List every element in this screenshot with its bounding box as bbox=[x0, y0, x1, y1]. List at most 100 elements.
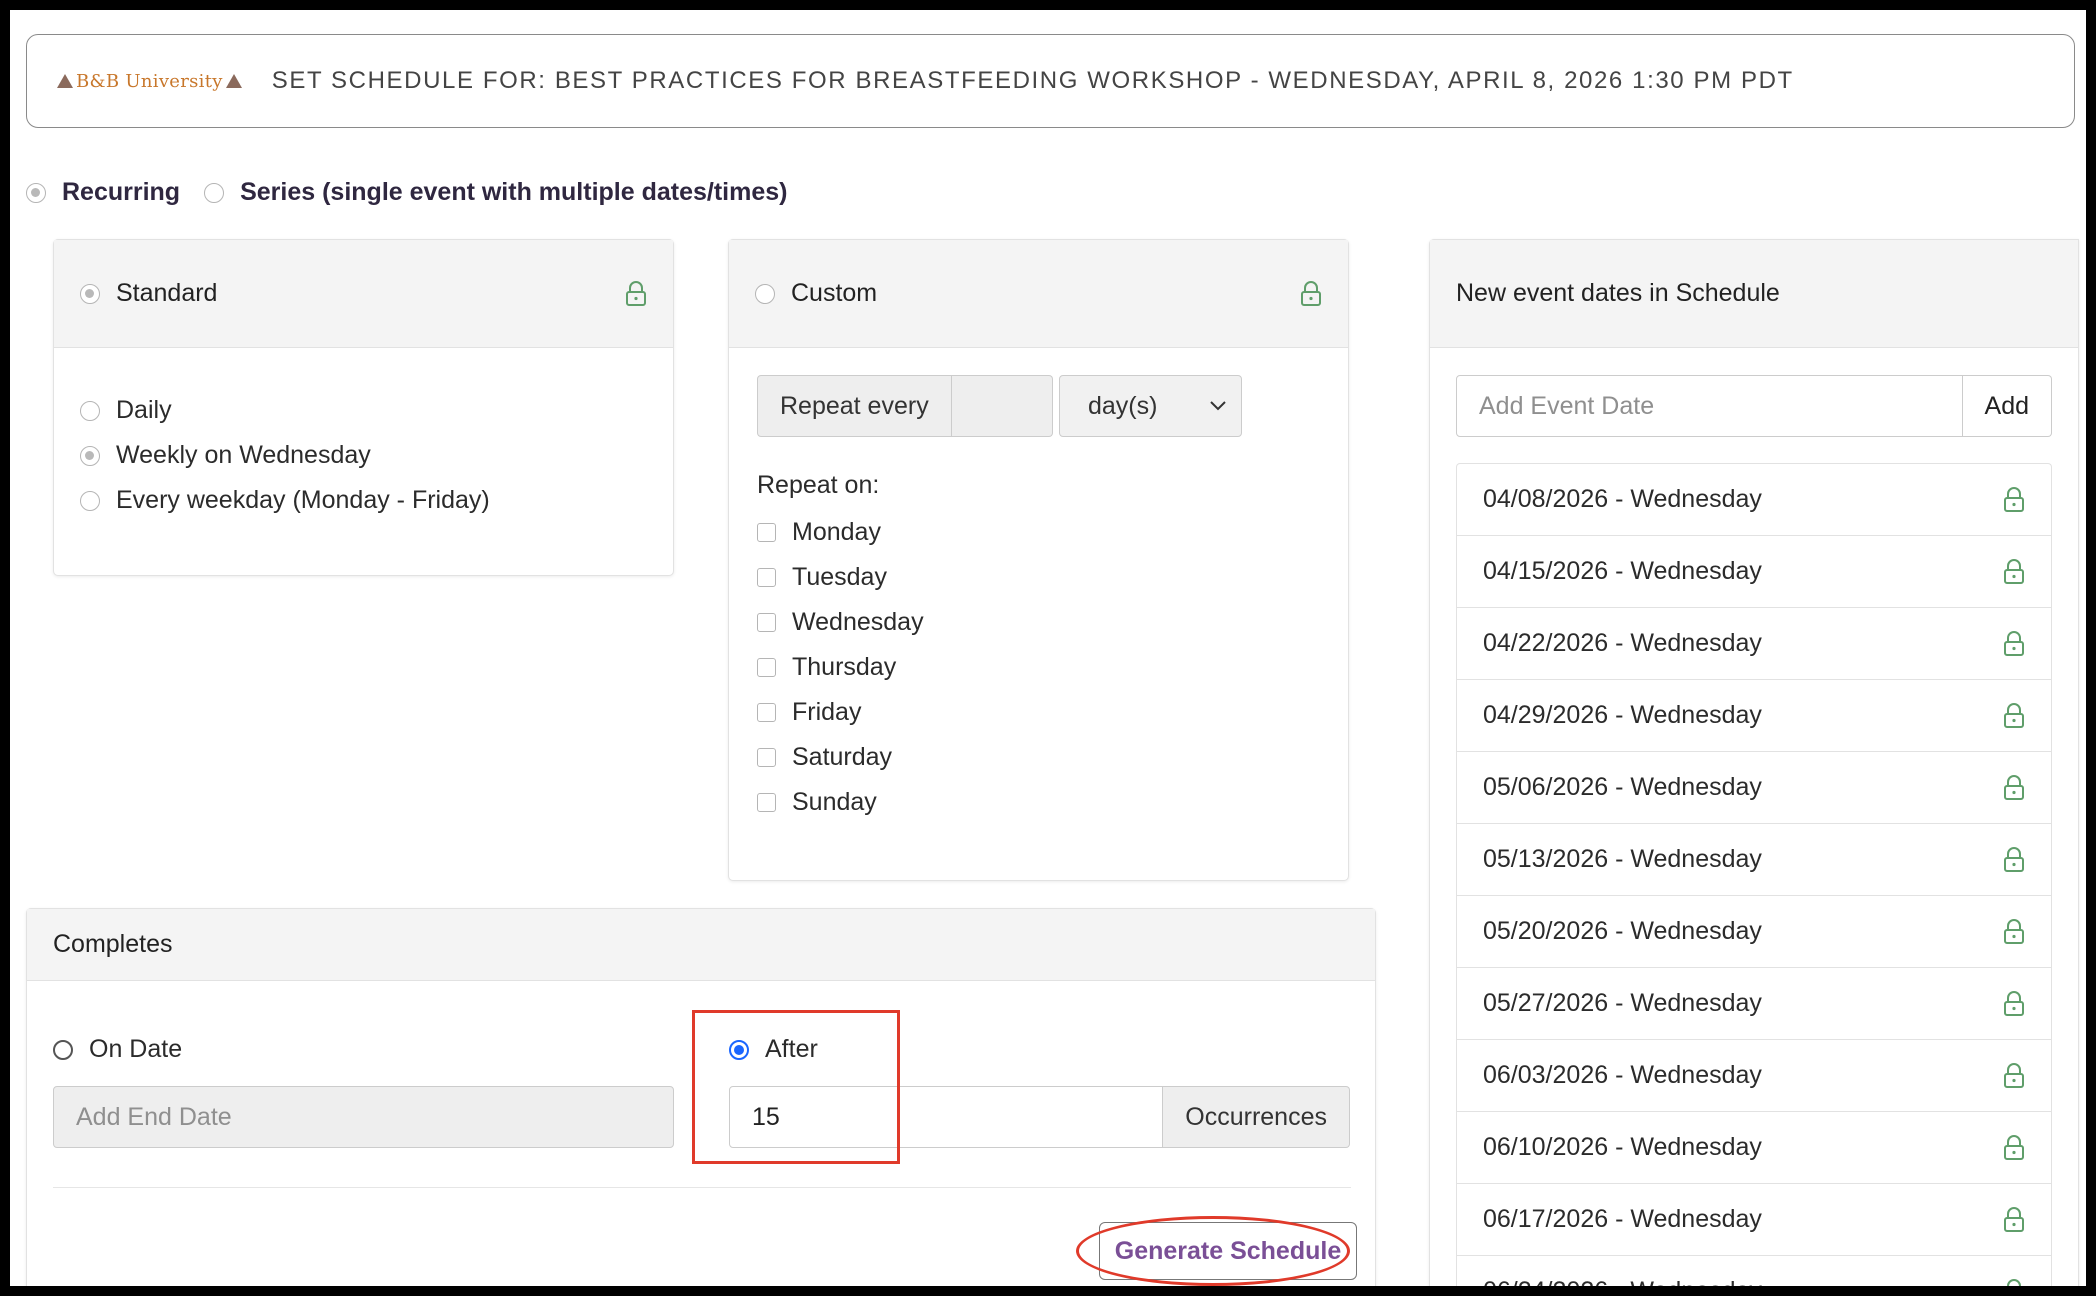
day-checkbox-tuesday[interactable]: Tuesday bbox=[757, 555, 1320, 600]
repeat-every-group: Repeat every bbox=[757, 375, 1053, 437]
lock-icon bbox=[2004, 774, 2024, 800]
saturday-label: Saturday bbox=[792, 743, 893, 771]
event-date-text: 05/06/2026 - Wednesday bbox=[1483, 773, 1762, 801]
sunday-checkbox[interactable] bbox=[757, 793, 776, 812]
schedule-card: New event dates in Schedule Add Event Da… bbox=[1429, 239, 2079, 1286]
series-option[interactable]: Series (single event with multiple dates… bbox=[204, 178, 787, 207]
divider bbox=[53, 1187, 1351, 1188]
completes-title: Completes bbox=[53, 930, 173, 958]
monday-checkbox[interactable] bbox=[757, 523, 776, 542]
day-checkbox-thursday[interactable]: Thursday bbox=[757, 645, 1320, 690]
standard-option-daily[interactable]: Daily bbox=[80, 388, 647, 433]
tuesday-label: Tuesday bbox=[792, 563, 887, 591]
completes-card-header: Completes bbox=[27, 909, 1375, 981]
event-date-text: 06/10/2026 - Wednesday bbox=[1483, 1133, 1762, 1161]
add-event-date-input[interactable]: Add Event Date bbox=[1456, 375, 1963, 437]
series-radio[interactable] bbox=[204, 182, 225, 203]
event-date-item[interactable]: 06/24/2026 - Wednesday bbox=[1457, 1256, 2051, 1286]
daily-label: Daily bbox=[116, 396, 172, 424]
lock-icon bbox=[2004, 1206, 2024, 1232]
event-date-item[interactable]: 05/06/2026 - Wednesday bbox=[1457, 752, 2051, 824]
standard-title: Standard bbox=[116, 279, 218, 307]
daily-radio[interactable] bbox=[80, 400, 100, 421]
event-date-item[interactable]: 04/22/2026 - Wednesday bbox=[1457, 608, 2051, 680]
event-date-text: 05/13/2026 - Wednesday bbox=[1483, 845, 1762, 873]
event-date-item[interactable]: 05/20/2026 - Wednesday bbox=[1457, 896, 2051, 968]
event-date-text: 06/17/2026 - Wednesday bbox=[1483, 1205, 1762, 1233]
tuesday-checkbox[interactable] bbox=[757, 568, 776, 587]
event-date-item[interactable]: 05/13/2026 - Wednesday bbox=[1457, 824, 2051, 896]
event-date-text: 06/24/2026 - Wednesday bbox=[1483, 1277, 1762, 1286]
event-date-text: 05/20/2026 - Wednesday bbox=[1483, 917, 1762, 945]
lock-icon bbox=[2004, 558, 2024, 584]
standard-card-header[interactable]: Standard bbox=[54, 240, 673, 348]
lock-icon bbox=[2004, 846, 2024, 872]
thursday-checkbox[interactable] bbox=[757, 658, 776, 677]
standard-option-weekly[interactable]: Weekly on Wednesday bbox=[80, 433, 647, 478]
friday-checkbox[interactable] bbox=[757, 703, 776, 722]
sunday-label: Sunday bbox=[792, 788, 877, 816]
repeat-every-input[interactable] bbox=[951, 375, 1053, 437]
custom-radio[interactable] bbox=[755, 283, 775, 304]
recurring-option[interactable]: Recurring bbox=[26, 178, 180, 207]
add-date-button[interactable]: Add bbox=[1962, 375, 2052, 437]
lock-icon bbox=[2004, 702, 2024, 728]
logo-text: B&B University bbox=[76, 70, 223, 92]
weekly-radio[interactable] bbox=[80, 445, 100, 466]
repeat-unit-select[interactable]: day(s) bbox=[1059, 375, 1242, 437]
lock-icon bbox=[2004, 1062, 2024, 1088]
lock-icon bbox=[2004, 918, 2024, 944]
event-date-item[interactable]: 05/27/2026 - Wednesday bbox=[1457, 968, 2051, 1040]
occurrences-label: Occurrences bbox=[1163, 1086, 1350, 1148]
lock-icon bbox=[2004, 1134, 2024, 1160]
on-date-label: On Date bbox=[89, 1035, 183, 1063]
event-date-item[interactable]: 06/03/2026 - Wednesday bbox=[1457, 1040, 2051, 1112]
event-date-item[interactable]: 04/29/2026 - Wednesday bbox=[1457, 680, 2051, 752]
standard-option-weekdays[interactable]: Every weekday (Monday - Friday) bbox=[80, 478, 647, 523]
lock-icon bbox=[626, 280, 646, 306]
event-date-text: 04/29/2026 - Wednesday bbox=[1483, 701, 1762, 729]
lock-icon bbox=[2004, 990, 2024, 1016]
page-header: B&B University SET SCHEDULE FOR: BEST PR… bbox=[26, 34, 2075, 128]
logo-triangle-icon bbox=[57, 74, 73, 88]
day-checkbox-wednesday[interactable]: Wednesday bbox=[757, 600, 1320, 645]
event-date-item[interactable]: 04/08/2026 - Wednesday bbox=[1457, 464, 2051, 536]
custom-card-header[interactable]: Custom bbox=[729, 240, 1348, 348]
university-logo: B&B University bbox=[57, 71, 242, 92]
custom-card: Custom Repeat every day(s) Repeat on: Mo… bbox=[728, 239, 1349, 881]
lock-icon bbox=[2004, 630, 2024, 656]
recurring-radio[interactable] bbox=[26, 182, 46, 203]
annotation-oval bbox=[1076, 1216, 1350, 1286]
series-label: Series (single event with multiple dates… bbox=[240, 178, 788, 206]
event-date-text: 04/15/2026 - Wednesday bbox=[1483, 557, 1762, 585]
day-checkbox-saturday[interactable]: Saturday bbox=[757, 735, 1320, 780]
wednesday-checkbox[interactable] bbox=[757, 613, 776, 632]
saturday-checkbox[interactable] bbox=[757, 748, 776, 767]
event-date-item[interactable]: 06/17/2026 - Wednesday bbox=[1457, 1184, 2051, 1256]
day-checkbox-friday[interactable]: Friday bbox=[757, 690, 1320, 735]
event-date-text: 05/27/2026 - Wednesday bbox=[1483, 989, 1762, 1017]
friday-label: Friday bbox=[792, 698, 862, 726]
on-date-option[interactable]: On Date bbox=[53, 1027, 674, 1072]
event-date-list: 04/08/2026 - Wednesday 04/15/2026 - Wedne… bbox=[1456, 463, 2052, 1286]
monday-label: Monday bbox=[792, 518, 881, 546]
end-date-input[interactable]: Add End Date bbox=[53, 1086, 674, 1148]
standard-radio[interactable] bbox=[80, 283, 100, 304]
custom-title: Custom bbox=[791, 279, 878, 307]
event-date-text: 04/22/2026 - Wednesday bbox=[1483, 629, 1762, 657]
wednesday-label: Wednesday bbox=[792, 608, 924, 636]
event-date-item[interactable]: 06/10/2026 - Wednesday bbox=[1457, 1112, 2051, 1184]
weekdays-label: Every weekday (Monday - Friday) bbox=[116, 486, 490, 514]
weekdays-radio[interactable] bbox=[80, 490, 100, 511]
event-date-item[interactable]: 04/15/2026 - Wednesday bbox=[1457, 536, 2051, 608]
standard-card: Standard Daily Weekly on Wednesday Every… bbox=[53, 239, 674, 576]
schedule-title: New event dates in Schedule bbox=[1456, 279, 1780, 307]
on-date-radio[interactable] bbox=[53, 1039, 73, 1060]
app-screen: B&B University SET SCHEDULE FOR: BEST PR… bbox=[10, 10, 2086, 1286]
schedule-mode-selector: Recurring Series (single event with mult… bbox=[26, 178, 811, 207]
add-date-group: Add Event Date Add bbox=[1456, 375, 2052, 437]
day-checkbox-monday[interactable]: Monday bbox=[757, 510, 1320, 555]
day-checkbox-sunday[interactable]: Sunday bbox=[757, 780, 1320, 825]
event-date-text: 06/03/2026 - Wednesday bbox=[1483, 1061, 1762, 1089]
lock-icon bbox=[2007, 1278, 2021, 1286]
